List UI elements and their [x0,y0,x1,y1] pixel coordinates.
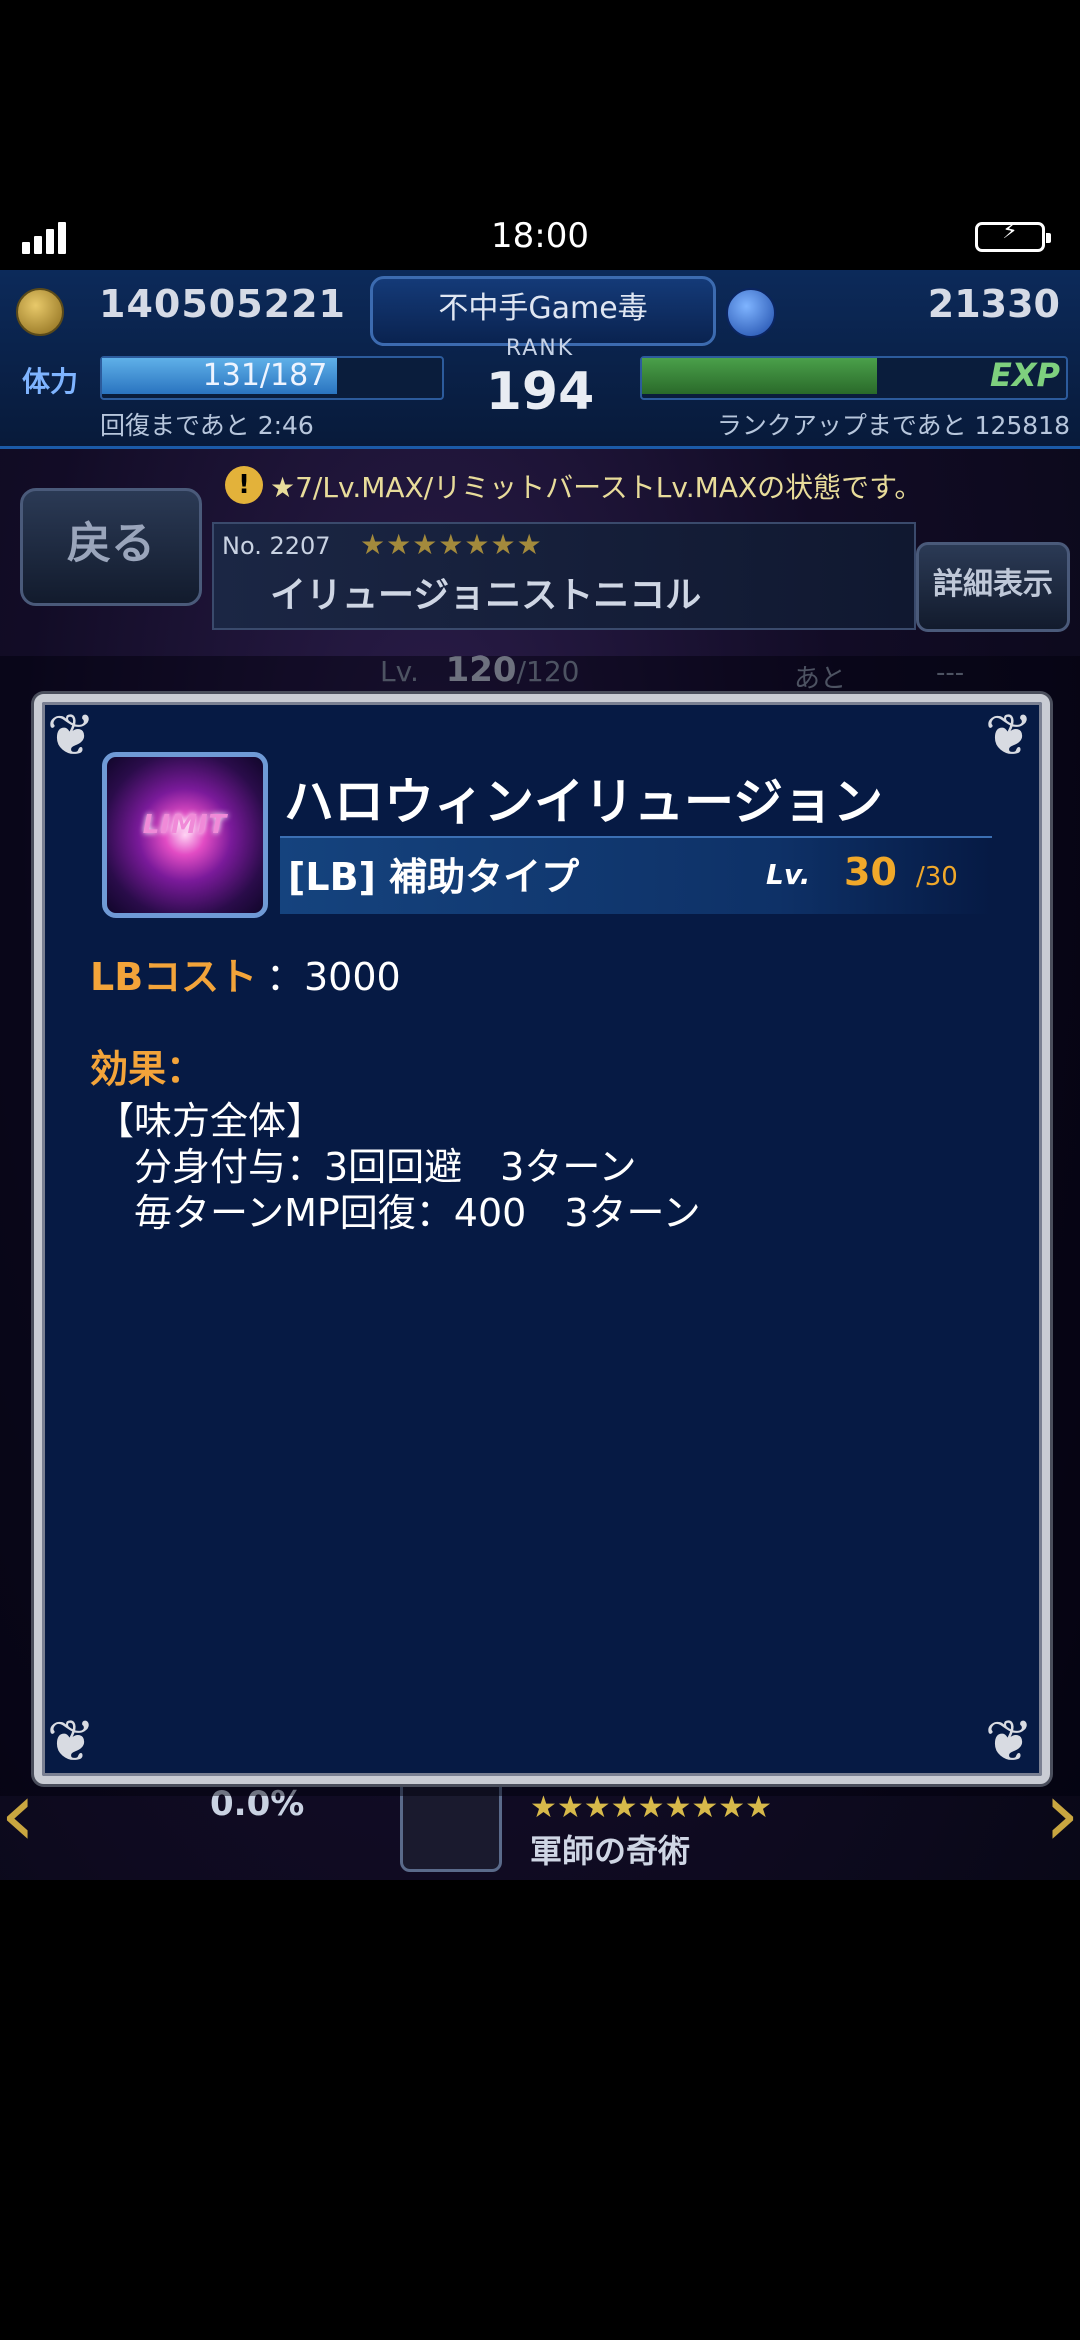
bottom-bar [0,1880,1080,2340]
effect-line: 毎ターンMP回復：400 3ターン [96,1191,701,1235]
gem-count: 21330 [927,282,1060,326]
ornament-top-left-icon: ❦ [46,701,96,769]
signal-icon [22,222,66,254]
skill-level-max: /30 [916,862,958,892]
limit-icon-label: LIMIT [142,810,228,840]
skill-level-current: 30 [844,850,897,894]
warning-icon: ! [225,466,263,504]
lb-cost-value: ：3000 [266,955,401,999]
skill-type: [LB] 補助タイプ [288,855,580,899]
lb-cost-label: LBコスト [90,955,258,999]
rank-label: RANK [505,336,575,361]
unit-number: No. 2207 [222,532,331,560]
back-button[interactable]: 戻る [20,488,202,606]
ornament-bottom-right-icon: ❦ [984,1707,1034,1775]
stamina-label: 体力 [22,365,79,398]
exp-remaining: ランクアップまであと 125818 [716,411,1070,440]
effect-label: 効果： [90,1047,205,1091]
exp-label: EXP [990,356,1060,394]
rank-value: 194 [485,362,595,422]
coin-count: 140505221 [99,282,346,326]
ornament-top-right-icon: ❦ [984,701,1034,769]
skill-name: ハロウィンイリュージョン [284,773,883,831]
card-name: 軍師の奇術 [530,1832,691,1870]
unit-name: イリュージョニストニコル [270,575,702,616]
skill-level-label: Lv. [766,858,811,891]
coin-icon [16,288,64,336]
detail-view-button[interactable]: 詳細表示 [916,542,1070,632]
stamina-value: 131/187 [202,358,328,393]
unit-rarity-stars: ★★★★★★★ [360,528,543,561]
exp-bar-fill [642,358,877,394]
battery-icon: ⚡ [975,219,1051,252]
stamina-recovery-timer: 回復まであと 2:46 [100,411,314,440]
clock: 18:00 [491,216,589,256]
gem-icon [726,288,776,338]
ornament-bottom-left-icon: ❦ [46,1707,96,1775]
unit-status-message: ★7/Lv.MAX/リミットバーストLv.MAXの状態です。 [270,471,923,504]
